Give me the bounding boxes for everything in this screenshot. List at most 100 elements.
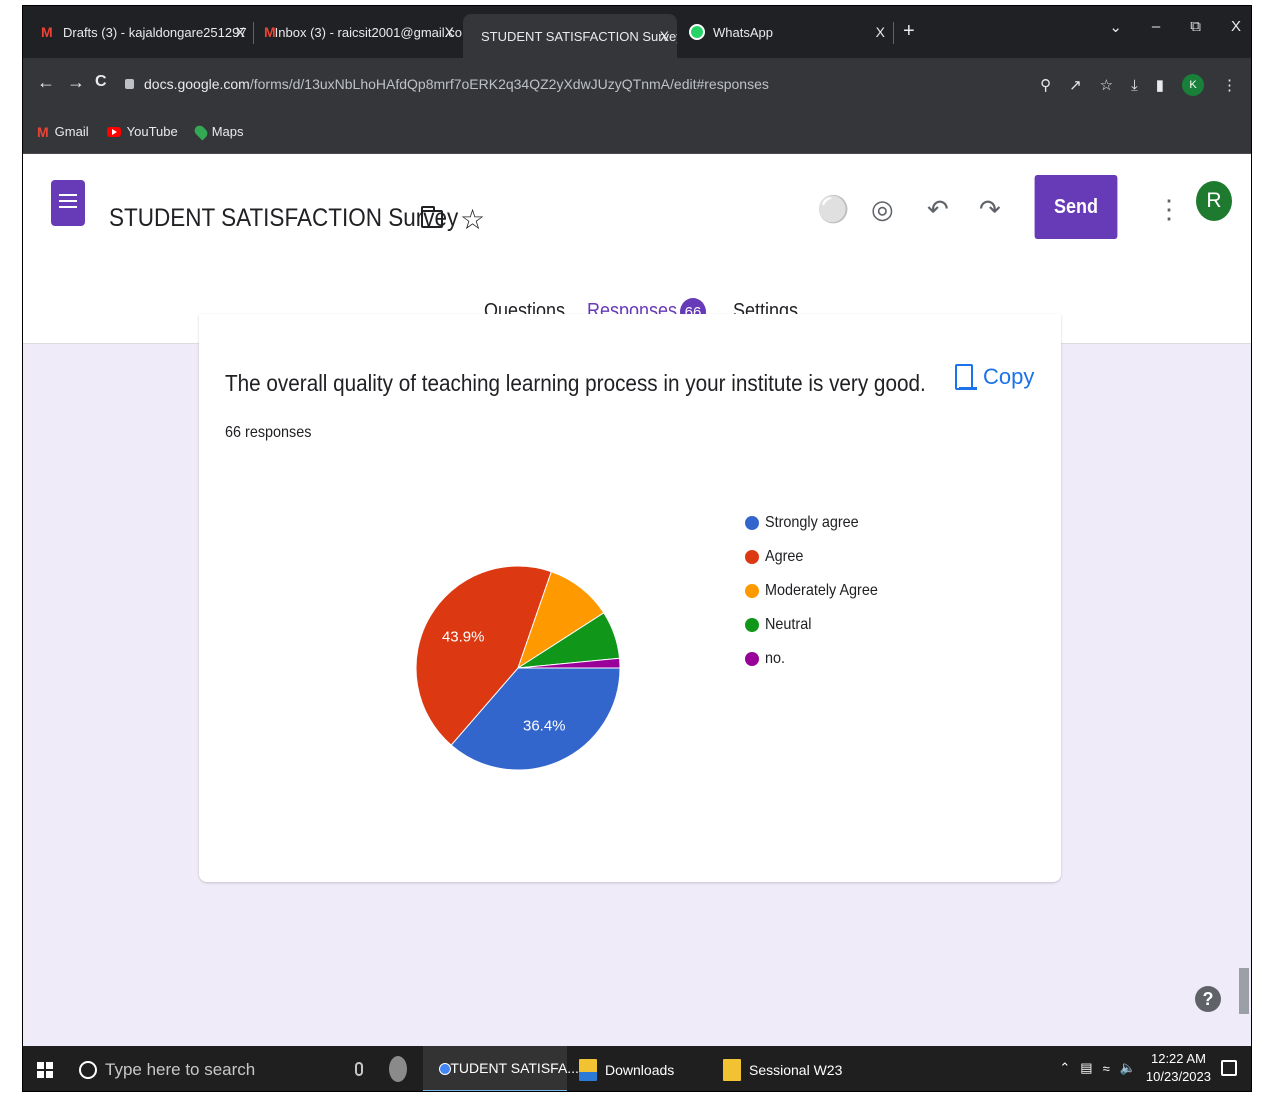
forward-icon[interactable]: → — [67, 72, 85, 93]
side-panel-icon[interactable]: ▮ — [1156, 76, 1164, 94]
maps-icon — [192, 123, 210, 140]
form-title[interactable]: STUDENT SATISFACTION Survey — [109, 204, 458, 233]
bookmark-maps[interactable]: Maps — [192, 123, 244, 140]
gmail-icon — [264, 24, 274, 40]
url-field[interactable]: docs.google.com /forms/d/13uxNbLhoHAfdQp… — [123, 68, 1123, 100]
taskbar-app-downloads[interactable]: Downloads — [579, 1046, 709, 1091]
legend-label: Moderately Agree — [765, 582, 878, 599]
clock-date: 10/23/2023 — [1145, 1069, 1211, 1084]
tab-separator — [893, 22, 894, 44]
tab-title: Drafts (3) - kajaldongare251297 — [63, 24, 247, 40]
folder-icon — [579, 1058, 597, 1081]
preview-eye-icon[interactable]: ◎ — [871, 194, 894, 225]
microphone-icon[interactable] — [355, 1062, 363, 1076]
palette-icon[interactable]: ⚪ — [817, 194, 849, 225]
legend-item[interactable]: Neutral — [745, 608, 890, 642]
tab-search-icon[interactable]: ⌄ — [1109, 18, 1122, 36]
notifications-icon[interactable] — [1221, 1060, 1237, 1076]
close-window-icon[interactable]: X — [1231, 18, 1241, 36]
tab-inbox[interactable]: Inbox (3) - raicsit2001@gmail.co X — [254, 16, 462, 48]
taskbar-app-label: STUDENT SATISFA... — [441, 1060, 579, 1076]
tab-drafts[interactable]: Drafts (3) - kajaldongare251297 X — [31, 16, 253, 48]
legend-label: no. — [765, 650, 786, 667]
taskbar-app-label: Downloads — [605, 1061, 675, 1078]
folder-icon — [723, 1058, 741, 1081]
network-icon[interactable]: ▤ — [1080, 1060, 1092, 1076]
taskbar-app-sessional[interactable]: Sessional W23 — [723, 1046, 873, 1091]
zoom-icon[interactable]: ⚲ — [1040, 76, 1051, 94]
download-icon[interactable]: ⤓ — [1131, 77, 1138, 94]
new-tab-button[interactable]: + — [903, 20, 915, 43]
system-tray: ⌃ ▤ ≈ 🔈 12:22 AM 10/23/2023 — [1059, 1050, 1237, 1086]
legend-item[interactable]: no. — [745, 642, 890, 676]
tab-whatsapp[interactable]: WhatsApp X — [679, 16, 893, 48]
legend-item[interactable]: Moderately Agree — [745, 574, 890, 608]
tab-title: Inbox (3) - raicsit2001@gmail.co — [274, 24, 462, 40]
tab-close-icon[interactable]: X — [876, 24, 885, 40]
legend-item[interactable]: Agree — [745, 540, 890, 574]
window-controls: ⌄ – ⧉ X — [1109, 18, 1241, 36]
screen: Drafts (3) - kajaldongare251297 X Inbox … — [22, 5, 1252, 1092]
profile-avatar[interactable]: K — [1182, 74, 1204, 96]
pie-slice-label: 43.9% — [442, 628, 485, 645]
gmail-icon: M — [37, 123, 49, 140]
tray-chevron-icon[interactable]: ⌃ — [1059, 1060, 1070, 1076]
clock-time: 12:22 AM — [1150, 1051, 1206, 1066]
tab-close-icon[interactable]: X — [236, 24, 245, 40]
volume-icon[interactable]: 🔈 — [1120, 1060, 1136, 1076]
minimize-icon[interactable]: – — [1152, 18, 1160, 36]
address-bar-actions: ⚲ ↗ ☆ ⤓ ▮ K ⋮ — [1040, 74, 1237, 96]
system-clock[interactable]: 12:22 AM 10/23/2023 — [1146, 1050, 1211, 1086]
legend-swatch — [745, 584, 759, 598]
chart-legend: Strongly agree Agree Moderately Agree Neutr… — [745, 506, 890, 676]
help-button[interactable]: ? — [1195, 986, 1221, 1012]
send-button[interactable]: Send — [1034, 175, 1118, 239]
cortana-search-icon — [79, 1061, 97, 1079]
tab-title: STUDENT SATISFACTION Survey — [481, 28, 677, 44]
reload-icon[interactable]: C — [95, 73, 107, 91]
bookmark-star-icon[interactable]: ☆ — [1100, 76, 1113, 94]
more-options-icon[interactable]: ⋮ — [1156, 194, 1182, 225]
bookmarks-bar: M Gmail YouTube Maps — [23, 110, 1251, 154]
google-forms-logo[interactable] — [51, 180, 85, 226]
whatsapp-icon — [689, 24, 705, 40]
tab-close-icon[interactable]: X — [660, 28, 669, 44]
star-icon[interactable]: ☆ — [460, 203, 485, 236]
screenshot-frame: Drafts (3) - kajaldongare251297 X Inbox … — [0, 0, 1285, 1097]
legend-item[interactable]: Strongly agree — [745, 506, 890, 540]
account-avatar[interactable]: R — [1196, 181, 1232, 221]
legend-swatch — [745, 516, 759, 530]
back-icon[interactable]: ← — [37, 72, 55, 93]
taskbar-app-chrome[interactable]: STUDENT SATISFA... — [423, 1046, 579, 1091]
undo-icon[interactable]: ↶ — [927, 194, 949, 225]
gmail-icon — [41, 24, 55, 40]
bookmark-youtube[interactable]: YouTube — [106, 124, 178, 139]
scrollbar-thumb[interactable] — [1239, 968, 1249, 1014]
legend-swatch — [745, 550, 759, 564]
restore-icon[interactable]: ⧉ — [1190, 18, 1201, 36]
tab-title: WhatsApp — [713, 24, 773, 40]
assistant-icon[interactable] — [389, 1056, 407, 1082]
legend-swatch — [745, 618, 759, 632]
redo-icon[interactable]: ↷ — [979, 194, 1001, 225]
browser-tab-strip: Drafts (3) - kajaldongare251297 X Inbox … — [23, 6, 1251, 58]
wifi-icon[interactable]: ≈ — [1103, 1061, 1110, 1076]
bookmark-label: Gmail — [54, 124, 89, 139]
share-icon[interactable]: ↗ — [1069, 76, 1082, 94]
question-summary-card: The overall quality of teaching learning… — [199, 314, 1061, 882]
taskbar-search[interactable]: Type here to search — [73, 1054, 383, 1086]
tab-close-icon[interactable]: X — [445, 24, 454, 40]
legend-label: Strongly agree — [765, 514, 859, 531]
youtube-icon — [106, 126, 121, 137]
tab-student-satisfaction[interactable]: STUDENT SATISFACTION Survey X — [463, 14, 677, 58]
url-path: /forms/d/13uxNbLhoHAfdQp8mrf7oERK2q34QZ2… — [249, 76, 769, 92]
bookmark-label: Maps — [211, 124, 244, 139]
browser-menu-icon[interactable]: ⋮ — [1222, 76, 1237, 94]
windows-start-icon[interactable] — [37, 1062, 53, 1078]
taskbar-app-label: Sessional W23 — [749, 1061, 843, 1078]
bookmark-gmail[interactable]: M Gmail — [37, 124, 89, 140]
url-host: docs.google.com — [144, 76, 250, 92]
folder-icon[interactable] — [421, 206, 443, 228]
legend-swatch — [745, 652, 759, 666]
bookmark-label: YouTube — [126, 124, 178, 139]
